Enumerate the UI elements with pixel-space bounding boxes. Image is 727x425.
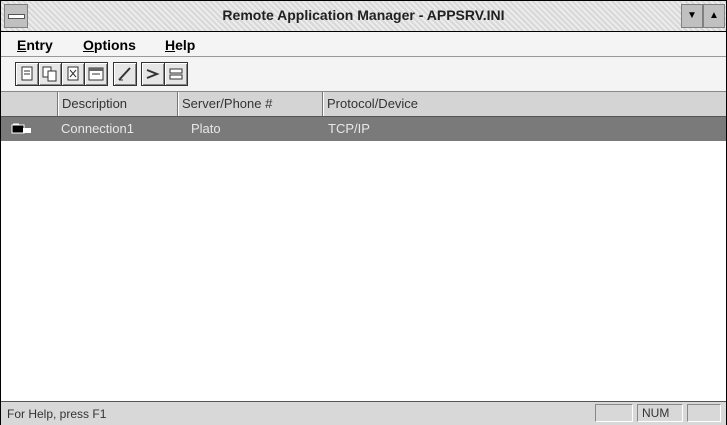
num-lock-indicator: NUM <box>637 404 683 422</box>
column-description[interactable]: Description <box>57 92 177 116</box>
connect-button[interactable] <box>141 62 165 86</box>
status-panel-extra <box>687 404 721 422</box>
minimize-button[interactable]: ▼ <box>681 4 703 28</box>
column-header: Description Server/Phone # Protocol/Devi… <box>1 92 726 117</box>
row-protocol: TCP/IP <box>328 121 370 136</box>
list-item[interactable]: Connection1 Plato TCP/IP <box>1 117 726 141</box>
new-entry-icon <box>21 66 33 81</box>
column-protocol-device[interactable]: Protocol/Device <box>322 92 726 116</box>
toolbar <box>1 57 726 92</box>
new-entry-button[interactable] <box>15 62 39 86</box>
edit-button[interactable] <box>113 62 137 86</box>
disconnect-icon <box>169 68 183 80</box>
status-panel-empty <box>595 404 633 422</box>
maximize-button[interactable]: ▲ <box>703 4 725 28</box>
copy-entry-button[interactable] <box>38 62 62 86</box>
properties-button[interactable] <box>84 62 108 86</box>
disconnect-button[interactable] <box>164 62 188 86</box>
menu-help[interactable]: Help <box>165 37 195 53</box>
properties-icon <box>88 67 104 81</box>
status-bar: For Help, press F1 NUM <box>1 401 726 425</box>
app-window: Remote Application Manager - APPSRV.INI … <box>0 0 727 425</box>
window-title: Remote Application Manager - APPSRV.INI <box>222 7 505 23</box>
title-bar[interactable]: Remote Application Manager - APPSRV.INI … <box>1 1 726 32</box>
delete-entry-button[interactable] <box>61 62 85 86</box>
copy-entry-icon <box>42 66 57 82</box>
delete-entry-icon <box>67 66 79 81</box>
connect-icon <box>146 69 160 79</box>
menu-bar: Entry Options Help <box>1 32 726 57</box>
menu-options[interactable]: Options <box>83 37 136 53</box>
row-server: Plato <box>191 121 221 136</box>
menu-entry[interactable]: Entry <box>17 37 53 53</box>
column-server-phone[interactable]: Server/Phone # <box>177 92 322 116</box>
row-description: Connection1 <box>61 121 134 136</box>
minimize-icon: ▼ <box>687 10 697 21</box>
status-help-text: For Help, press F1 <box>7 407 107 421</box>
edit-icon <box>118 67 131 81</box>
maximize-icon: ▲ <box>709 10 719 21</box>
connection-list[interactable]: Connection1 Plato TCP/IP <box>1 117 726 401</box>
connection-icon <box>11 123 31 134</box>
